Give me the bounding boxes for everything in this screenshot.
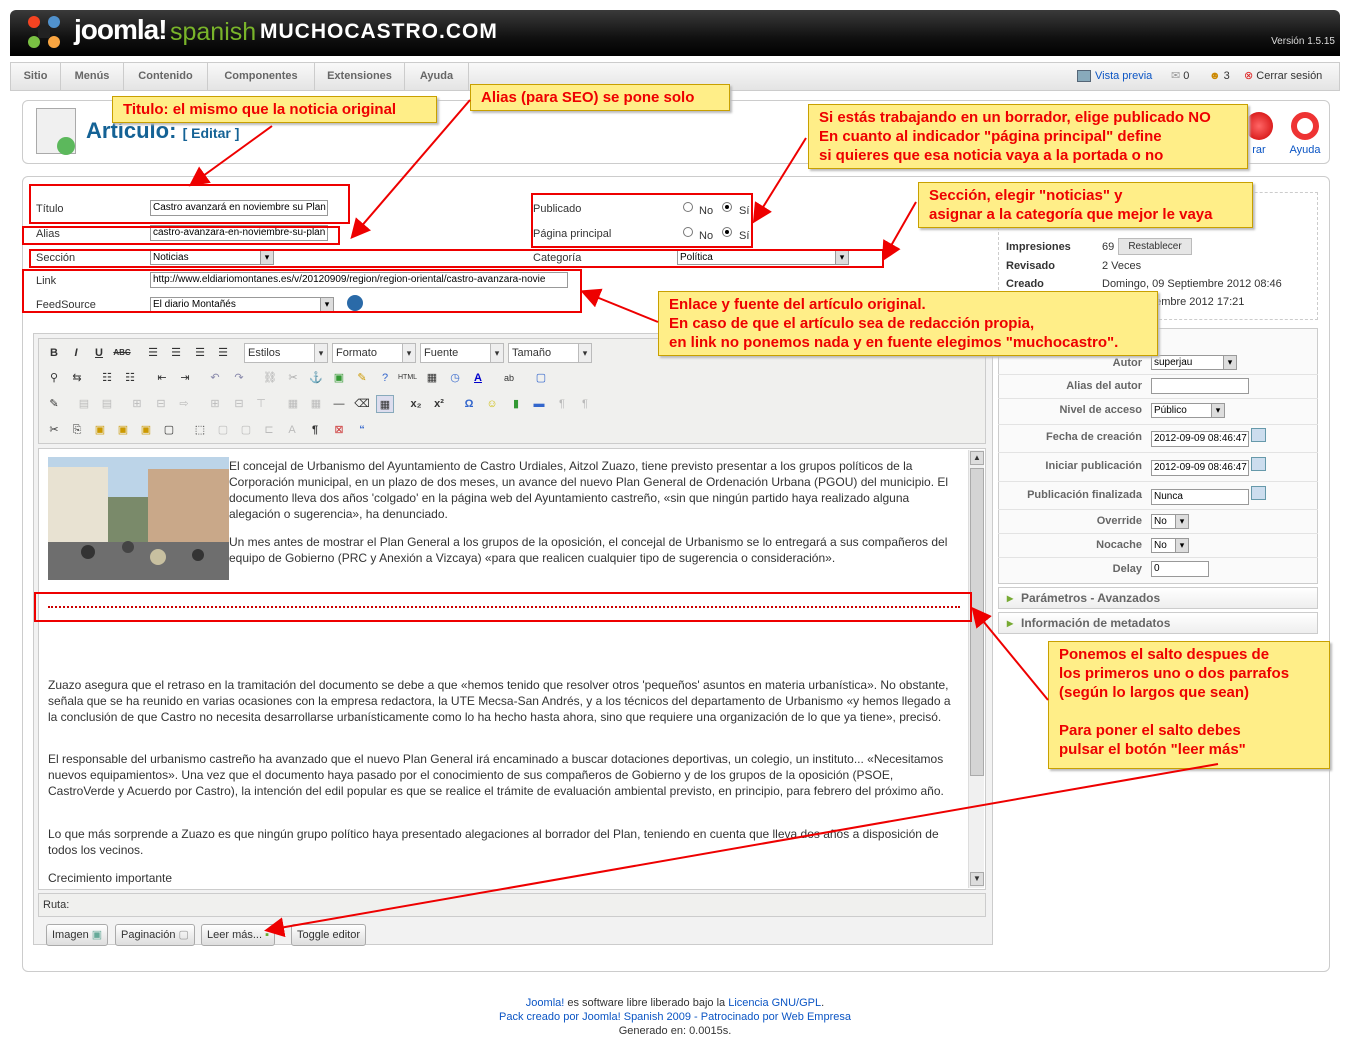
footer: Joomla! es software libre liberado bajo …: [0, 996, 1350, 1038]
generated-time: Generado en: 0.0015s.: [618, 1025, 732, 1037]
footer-text: es software libre liberado bajo la: [564, 997, 729, 1009]
license-link[interactable]: Licencia GNU/GPL: [728, 997, 821, 1009]
joomla-link[interactable]: Joomla!: [526, 997, 565, 1009]
annotation-arrows: [188, 99, 1219, 938]
pack-link[interactable]: Pack creado por Joomla! Spanish 2009 - P…: [499, 1011, 851, 1023]
